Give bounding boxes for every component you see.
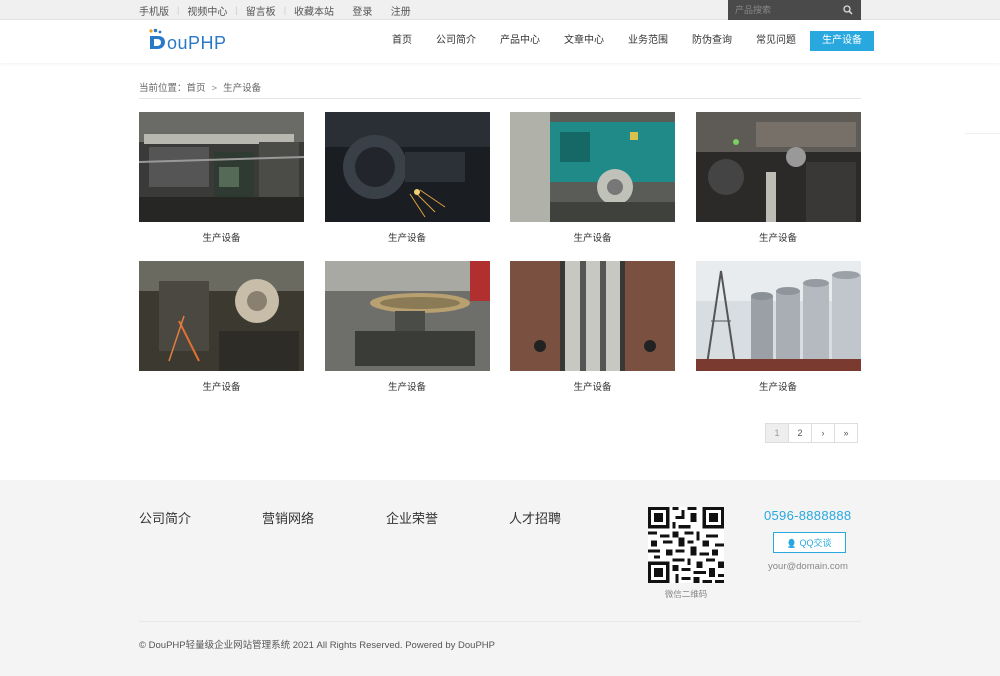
divider bbox=[139, 98, 861, 99]
product-image[interactable] bbox=[695, 261, 861, 371]
header: ouPHP 首页 公司简介 产品中心 文章中心 业务范围 防伪查询 常见问题 生… bbox=[0, 20, 1000, 63]
page-1-button[interactable]: 1 bbox=[765, 423, 789, 443]
divider: | bbox=[283, 5, 287, 15]
logo-text: ouPHP bbox=[167, 33, 227, 53]
footer-link-careers[interactable]: 人才招聘 bbox=[509, 508, 561, 527]
site-logo[interactable]: ouPHP bbox=[147, 28, 226, 53]
product-card[interactable]: 生产设备 bbox=[324, 261, 490, 393]
product-image[interactable] bbox=[139, 112, 304, 222]
nav-articles[interactable]: 文章中心 bbox=[552, 31, 616, 51]
product-image[interactable] bbox=[324, 261, 490, 371]
product-caption[interactable]: 生产设备 bbox=[325, 230, 490, 244]
email-address: your@domain.com bbox=[768, 561, 848, 572]
breadcrumb-current[interactable]: 生产设备 bbox=[223, 83, 261, 94]
divider: | bbox=[235, 5, 238, 15]
footer-link-honors[interactable]: 企业荣誉 bbox=[386, 508, 438, 527]
side-tab bbox=[965, 133, 1000, 137]
page-2-button[interactable]: 2 bbox=[788, 423, 812, 443]
wechat-qr-code bbox=[648, 507, 724, 583]
product-caption[interactable]: 生产设备 bbox=[325, 379, 490, 393]
footer-link-about[interactable]: 公司简介 bbox=[139, 508, 191, 527]
product-caption[interactable]: 生产设备 bbox=[696, 230, 861, 244]
nav-business[interactable]: 业务范围 bbox=[616, 31, 680, 51]
pagination: 1 2 › » bbox=[765, 423, 858, 443]
top-links: 手机版 | 视频中心 | 留言板 | 收藏本站 | 登录 | 注册 bbox=[139, 0, 411, 20]
qq-icon bbox=[788, 538, 796, 548]
divider bbox=[139, 621, 861, 622]
product-image[interactable] bbox=[695, 112, 861, 222]
nav-anti-fake[interactable]: 防伪查询 bbox=[680, 31, 744, 51]
nav-products[interactable]: 产品中心 bbox=[488, 31, 552, 51]
product-caption[interactable]: 生产设备 bbox=[139, 379, 304, 393]
breadcrumb-home[interactable]: 首页 bbox=[187, 83, 206, 94]
main-nav: 首页 公司简介 产品中心 文章中心 业务范围 防伪查询 常见问题 生产设备 bbox=[380, 31, 874, 51]
nav-faq[interactable]: 常见问题 bbox=[744, 31, 808, 51]
product-card[interactable]: 生产设备 bbox=[139, 261, 304, 393]
product-caption[interactable]: 生产设备 bbox=[139, 230, 304, 244]
phone-number: 0596-8888888 bbox=[764, 508, 852, 523]
last-page-button[interactable]: » bbox=[834, 423, 858, 443]
product-card[interactable]: 生产设备 bbox=[139, 112, 304, 244]
login-link[interactable]: 登录 bbox=[352, 3, 372, 18]
qr-caption: 微信二维码 bbox=[664, 589, 708, 599]
product-caption[interactable]: 生产设备 bbox=[510, 379, 675, 393]
nav-home[interactable]: 首页 bbox=[380, 31, 424, 51]
search-box bbox=[728, 0, 861, 20]
divider: | bbox=[177, 5, 180, 15]
breadcrumb-prefix: 当前位置： bbox=[139, 83, 187, 94]
product-card[interactable]: 生产设备 bbox=[695, 261, 861, 393]
nav-about[interactable]: 公司简介 bbox=[424, 31, 488, 51]
qq-chat-label: QQ交谈 bbox=[799, 538, 832, 548]
guestbook-link[interactable]: 留言板 bbox=[246, 3, 276, 18]
copyright: © DouPHP轻量级企业网站管理系统 2021 All Rights Rese… bbox=[139, 640, 495, 651]
product-caption[interactable]: 生产设备 bbox=[696, 379, 861, 393]
product-image[interactable] bbox=[139, 261, 304, 371]
product-card[interactable]: 生产设备 bbox=[510, 112, 675, 244]
footer-link-network[interactable]: 营销网络 bbox=[262, 508, 314, 527]
breadcrumb-separator: > bbox=[211, 83, 218, 94]
product-image[interactable] bbox=[324, 112, 490, 222]
nav-equipment[interactable]: 生产设备 bbox=[810, 31, 874, 51]
next-page-button[interactable]: › bbox=[811, 423, 835, 443]
logo-icon bbox=[149, 28, 165, 49]
top-bar: 手机版 | 视频中心 | 留言板 | 收藏本站 | 登录 | 注册 bbox=[0, 0, 1000, 20]
product-image[interactable] bbox=[510, 112, 675, 222]
mobile-link[interactable]: 手机版 bbox=[139, 3, 169, 18]
search-icon[interactable] bbox=[838, 0, 858, 20]
product-card[interactable]: 生产设备 bbox=[695, 112, 861, 244]
product-card[interactable]: 生产设备 bbox=[324, 112, 490, 244]
breadcrumb: 当前位置：首页 > 生产设备 bbox=[139, 80, 261, 94]
qq-chat-button[interactable]: QQ交谈 bbox=[773, 532, 846, 553]
product-image[interactable] bbox=[510, 261, 675, 371]
video-center-link[interactable]: 视频中心 bbox=[187, 3, 227, 18]
footer: 公司简介 营销网络 企业荣誉 人才招聘 微信二维码 0596-8888888 Q… bbox=[0, 480, 1000, 676]
register-link[interactable]: 注册 bbox=[391, 3, 411, 18]
bookmark-link[interactable]: 收藏本站 bbox=[294, 3, 334, 18]
product-caption[interactable]: 生产设备 bbox=[510, 230, 675, 244]
search-input[interactable] bbox=[728, 5, 838, 15]
product-card[interactable]: 生产设备 bbox=[510, 261, 675, 393]
